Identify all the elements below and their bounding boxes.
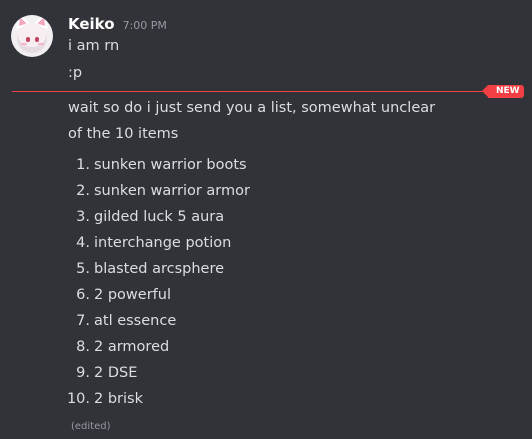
list-item: 6. 2 powerful <box>58 282 250 308</box>
list-item-text: sunken warrior boots <box>94 157 247 173</box>
list-item-text: 2 armored <box>94 339 170 355</box>
list-item-number: 5. <box>76 261 90 277</box>
avatar-left-eye <box>26 37 30 42</box>
username[interactable]: Keiko <box>68 15 115 33</box>
list-item: 1. sunken warrior boots <box>58 152 250 178</box>
item-list: 1. sunken warrior boots 2. sunken warrior … <box>58 152 250 412</box>
list-item-text: 2 brisk <box>94 391 143 407</box>
list-item-number: 1. <box>76 157 90 173</box>
message-timestamp[interactable]: 7:00 PM <box>123 19 167 32</box>
list-item-text: blasted arcsphere <box>94 261 225 277</box>
list-item-text: sunken warrior armor <box>94 183 250 199</box>
list-item: 3. gilded luck 5 aura <box>58 204 250 230</box>
message-header: Keiko 7:00 PM <box>68 15 167 33</box>
list-item-text: 2 powerful <box>94 287 171 303</box>
list-item: 2. sunken warrior armor <box>58 178 250 204</box>
list-item: 10. 2 brisk <box>58 386 250 412</box>
list-item: 5. blasted arcsphere <box>58 256 250 282</box>
avatar-left-blush <box>21 43 27 45</box>
edited-indicator: (edited) <box>71 421 111 432</box>
list-item: 8. 2 armored <box>58 334 250 360</box>
list-item-number: 6. <box>76 287 90 303</box>
message-line-2: :p <box>68 65 83 81</box>
list-item-number: 9. <box>76 365 90 381</box>
new-messages-divider <box>12 91 490 92</box>
list-item-text: atl essence <box>94 313 177 329</box>
list-item-text: 2 DSE <box>94 365 138 381</box>
list-item-number: 2. <box>76 183 90 199</box>
message-paragraph-line-2: of the 10 items <box>68 126 179 142</box>
avatar-right-blush <box>38 43 44 45</box>
list-item-text: gilded luck 5 aura <box>94 209 225 225</box>
list-item-number: 7. <box>76 313 90 329</box>
list-item-number: 10. <box>66 391 90 407</box>
list-item: 7. atl essence <box>58 308 250 334</box>
list-item-text: interchange potion <box>94 235 232 251</box>
user-avatar[interactable] <box>11 15 53 57</box>
list-item-number: 4. <box>76 235 90 251</box>
message-paragraph-line-1: wait so do i just send you a list, somew… <box>68 100 436 116</box>
list-item: 9. 2 DSE <box>58 360 250 386</box>
list-item-number: 8. <box>76 339 90 355</box>
list-item-number: 3. <box>76 209 90 225</box>
new-messages-badge: NEW <box>482 85 524 98</box>
avatar-face <box>17 23 47 53</box>
list-item: 4. interchange potion <box>58 230 250 256</box>
avatar-right-eye <box>35 37 39 42</box>
message-line-1: i am rn <box>68 38 120 54</box>
